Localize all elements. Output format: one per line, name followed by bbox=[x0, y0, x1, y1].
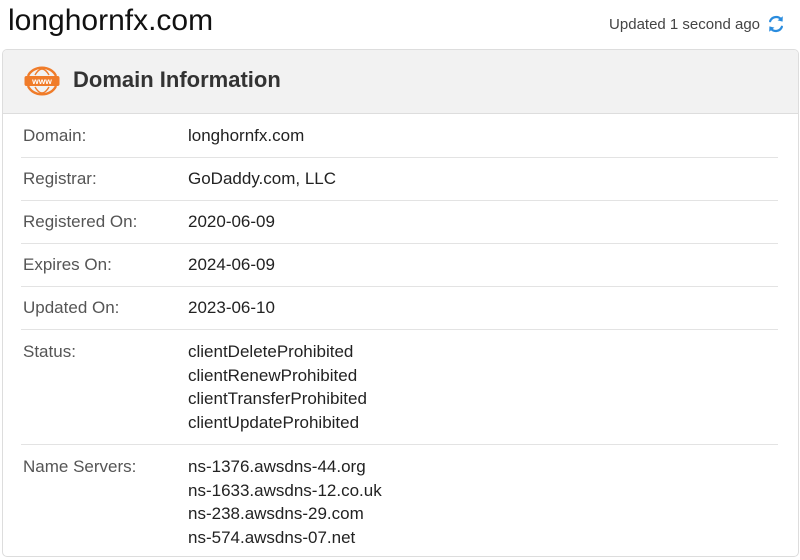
page: longhornfx.com Updated 1 second ago www … bbox=[0, 0, 800, 560]
name-server-value: ns-574.awsdns-07.net bbox=[188, 527, 356, 547]
row-updated-on: Updated On: 2023-06-10 bbox=[21, 287, 778, 330]
expires-on-value: 2024-06-09 bbox=[188, 255, 275, 274]
refresh-icon[interactable] bbox=[766, 14, 786, 34]
registered-on-value: 2020-06-09 bbox=[188, 212, 275, 231]
domain-value: longhornfx.com bbox=[188, 126, 305, 145]
status-value: clientDeleteProhibited bbox=[188, 342, 354, 361]
row-registered-on: Registered On: 2020-06-09 bbox=[21, 201, 778, 244]
domain-label: Domain: bbox=[23, 126, 87, 145]
status-value: clientUpdateProhibited bbox=[188, 412, 360, 432]
name-servers-values: ns-1376.awsdns-44.org ns-1633.awsdns-12.… bbox=[188, 455, 778, 549]
name-server-value: ns-238.awsdns-29.com bbox=[188, 504, 364, 523]
updated-text: Updated 1 second ago bbox=[609, 15, 760, 33]
row-expires-on: Expires On: 2024-06-09 bbox=[21, 244, 778, 287]
top-bar: longhornfx.com Updated 1 second ago bbox=[0, 0, 800, 48]
row-registrar: Registrar: GoDaddy.com, LLC bbox=[21, 158, 778, 201]
status-label: Status: bbox=[23, 342, 76, 361]
row-status: Status: clientDeleteProhibited clientRen… bbox=[21, 330, 778, 445]
registrar-value: GoDaddy.com, LLC bbox=[188, 169, 337, 188]
www-icon: www bbox=[23, 63, 61, 99]
status-value: clientTransferProhibited bbox=[188, 389, 367, 408]
row-name-servers: Name Servers: ns-1376.awsdns-44.org ns-1… bbox=[21, 445, 778, 556]
name-server-value: ns-1376.awsdns-44.org bbox=[188, 457, 366, 476]
update-status: Updated 1 second ago bbox=[609, 13, 786, 35]
updated-on-value: 2023-06-10 bbox=[188, 298, 275, 317]
card-header: www Domain Information bbox=[3, 50, 798, 114]
registered-on-label: Registered On: bbox=[23, 212, 138, 231]
name-servers-label: Name Servers: bbox=[23, 457, 137, 476]
expires-on-label: Expires On: bbox=[23, 255, 112, 274]
domain-info-list: Domain: longhornfx.com Registrar: GoDadd… bbox=[21, 115, 778, 556]
svg-text:www: www bbox=[31, 76, 52, 86]
row-domain: Domain: longhornfx.com bbox=[21, 115, 778, 158]
status-value: clientRenewProhibited bbox=[188, 365, 358, 385]
registrar-label: Registrar: bbox=[23, 169, 97, 188]
domain-information-card: www Domain Information Domain: longhornf… bbox=[2, 49, 799, 557]
status-values: clientDeleteProhibited clientRenewProhib… bbox=[188, 340, 778, 434]
site-title: longhornfx.com bbox=[8, 4, 214, 37]
card-title: Domain Information bbox=[73, 67, 281, 92]
name-server-value: ns-1633.awsdns-12.co.uk bbox=[188, 480, 382, 500]
updated-on-label: Updated On: bbox=[23, 298, 120, 317]
